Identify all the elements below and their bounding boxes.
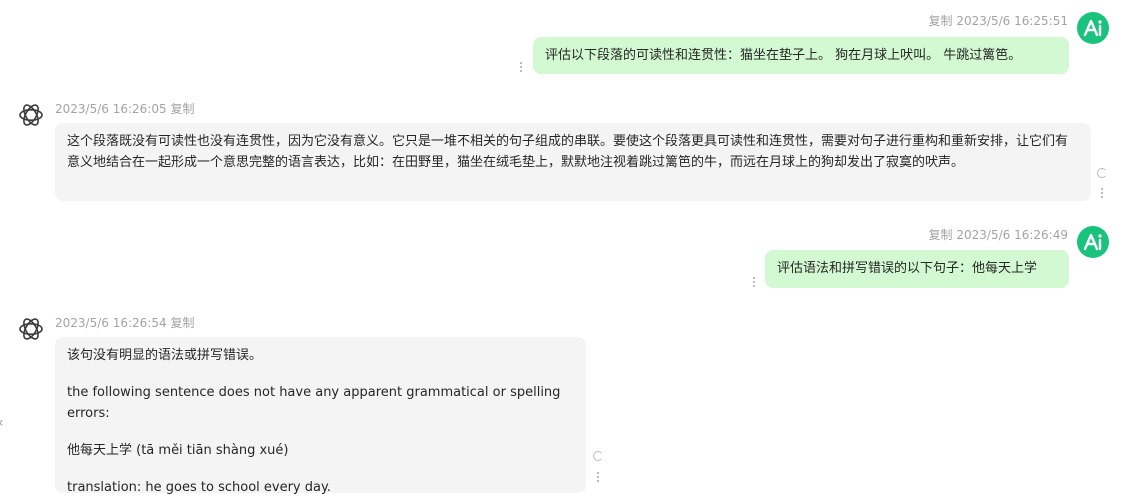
assistant-avatar (16, 100, 46, 130)
message-meta: 2023/5/6 16:26:54 复制 (55, 314, 194, 331)
copy-button[interactable]: 复制 (929, 228, 953, 242)
more-options-icon[interactable] (518, 62, 524, 72)
message-timestamp: 2023/5/6 16:26:05 (55, 102, 167, 116)
message-paragraph: the following sentence does not have any… (67, 385, 561, 421)
message-paragraph: translation: he goes to school every day… (67, 480, 331, 495)
message-timestamp: 2023/5/6 16:26:54 (55, 316, 167, 330)
message-paragraph: 他每天上学 (tā měi tiān shàng xué) (67, 443, 289, 458)
message-paragraph: 该句没有明显的语法或拼写错误。 (67, 348, 263, 363)
message-text: 评估语法和拼写错误的以下句子：他每天上学 (777, 261, 1038, 276)
message-meta: 2023/5/6 16:26:05 复制 (55, 100, 194, 117)
user-message-bubble: 评估以下段落的可读性和连贯性：猫坐在垫子上。 狗在月球上吠叫。 牛跳过篱笆。 (533, 37, 1069, 74)
more-options-icon[interactable] (595, 472, 601, 482)
message-meta: 复制 2023/5/6 16:26:49 (929, 226, 1068, 243)
ai-logo-icon (1083, 19, 1102, 37)
more-options-icon[interactable] (751, 277, 757, 287)
copy-button[interactable]: 复制 (170, 102, 194, 116)
refresh-icon[interactable] (1097, 168, 1107, 178)
ai-logo-icon (1083, 233, 1102, 251)
assistant-avatar (16, 314, 46, 344)
user-message-bubble: 评估语法和拼写错误的以下句子：他每天上学 (765, 250, 1069, 288)
message-paragraph: 这个段落既没有可读性也没有连贯性，因为它没有意义。它只是一堆不相关的句子组成的串… (67, 134, 1069, 170)
message-timestamp: 2023/5/6 16:25:51 (956, 14, 1068, 28)
chevron-left-icon[interactable]: ‹ (0, 415, 4, 431)
message-text: 评估以下段落的可读性和连贯性：猫坐在垫子上。 狗在月球上吠叫。 牛跳过篱笆。 (545, 48, 1022, 63)
openai-logo-icon (19, 104, 43, 126)
more-options-icon[interactable] (1099, 188, 1105, 198)
refresh-icon[interactable] (593, 451, 603, 461)
openai-logo-icon (19, 318, 43, 340)
assistant-message-bubble: 这个段落既没有可读性也没有连贯性，因为它没有意义。它只是一堆不相关的句子组成的串… (55, 123, 1091, 201)
message-meta: 复制 2023/5/6 16:25:51 (929, 12, 1068, 29)
user-avatar (1077, 226, 1109, 258)
user-avatar (1077, 12, 1109, 44)
copy-button[interactable]: 复制 (929, 14, 953, 28)
message-timestamp: 2023/5/6 16:26:49 (956, 228, 1068, 242)
copy-button[interactable]: 复制 (170, 316, 194, 330)
assistant-message-bubble: 该句没有明显的语法或拼写错误。 the following sentence d… (55, 337, 586, 495)
